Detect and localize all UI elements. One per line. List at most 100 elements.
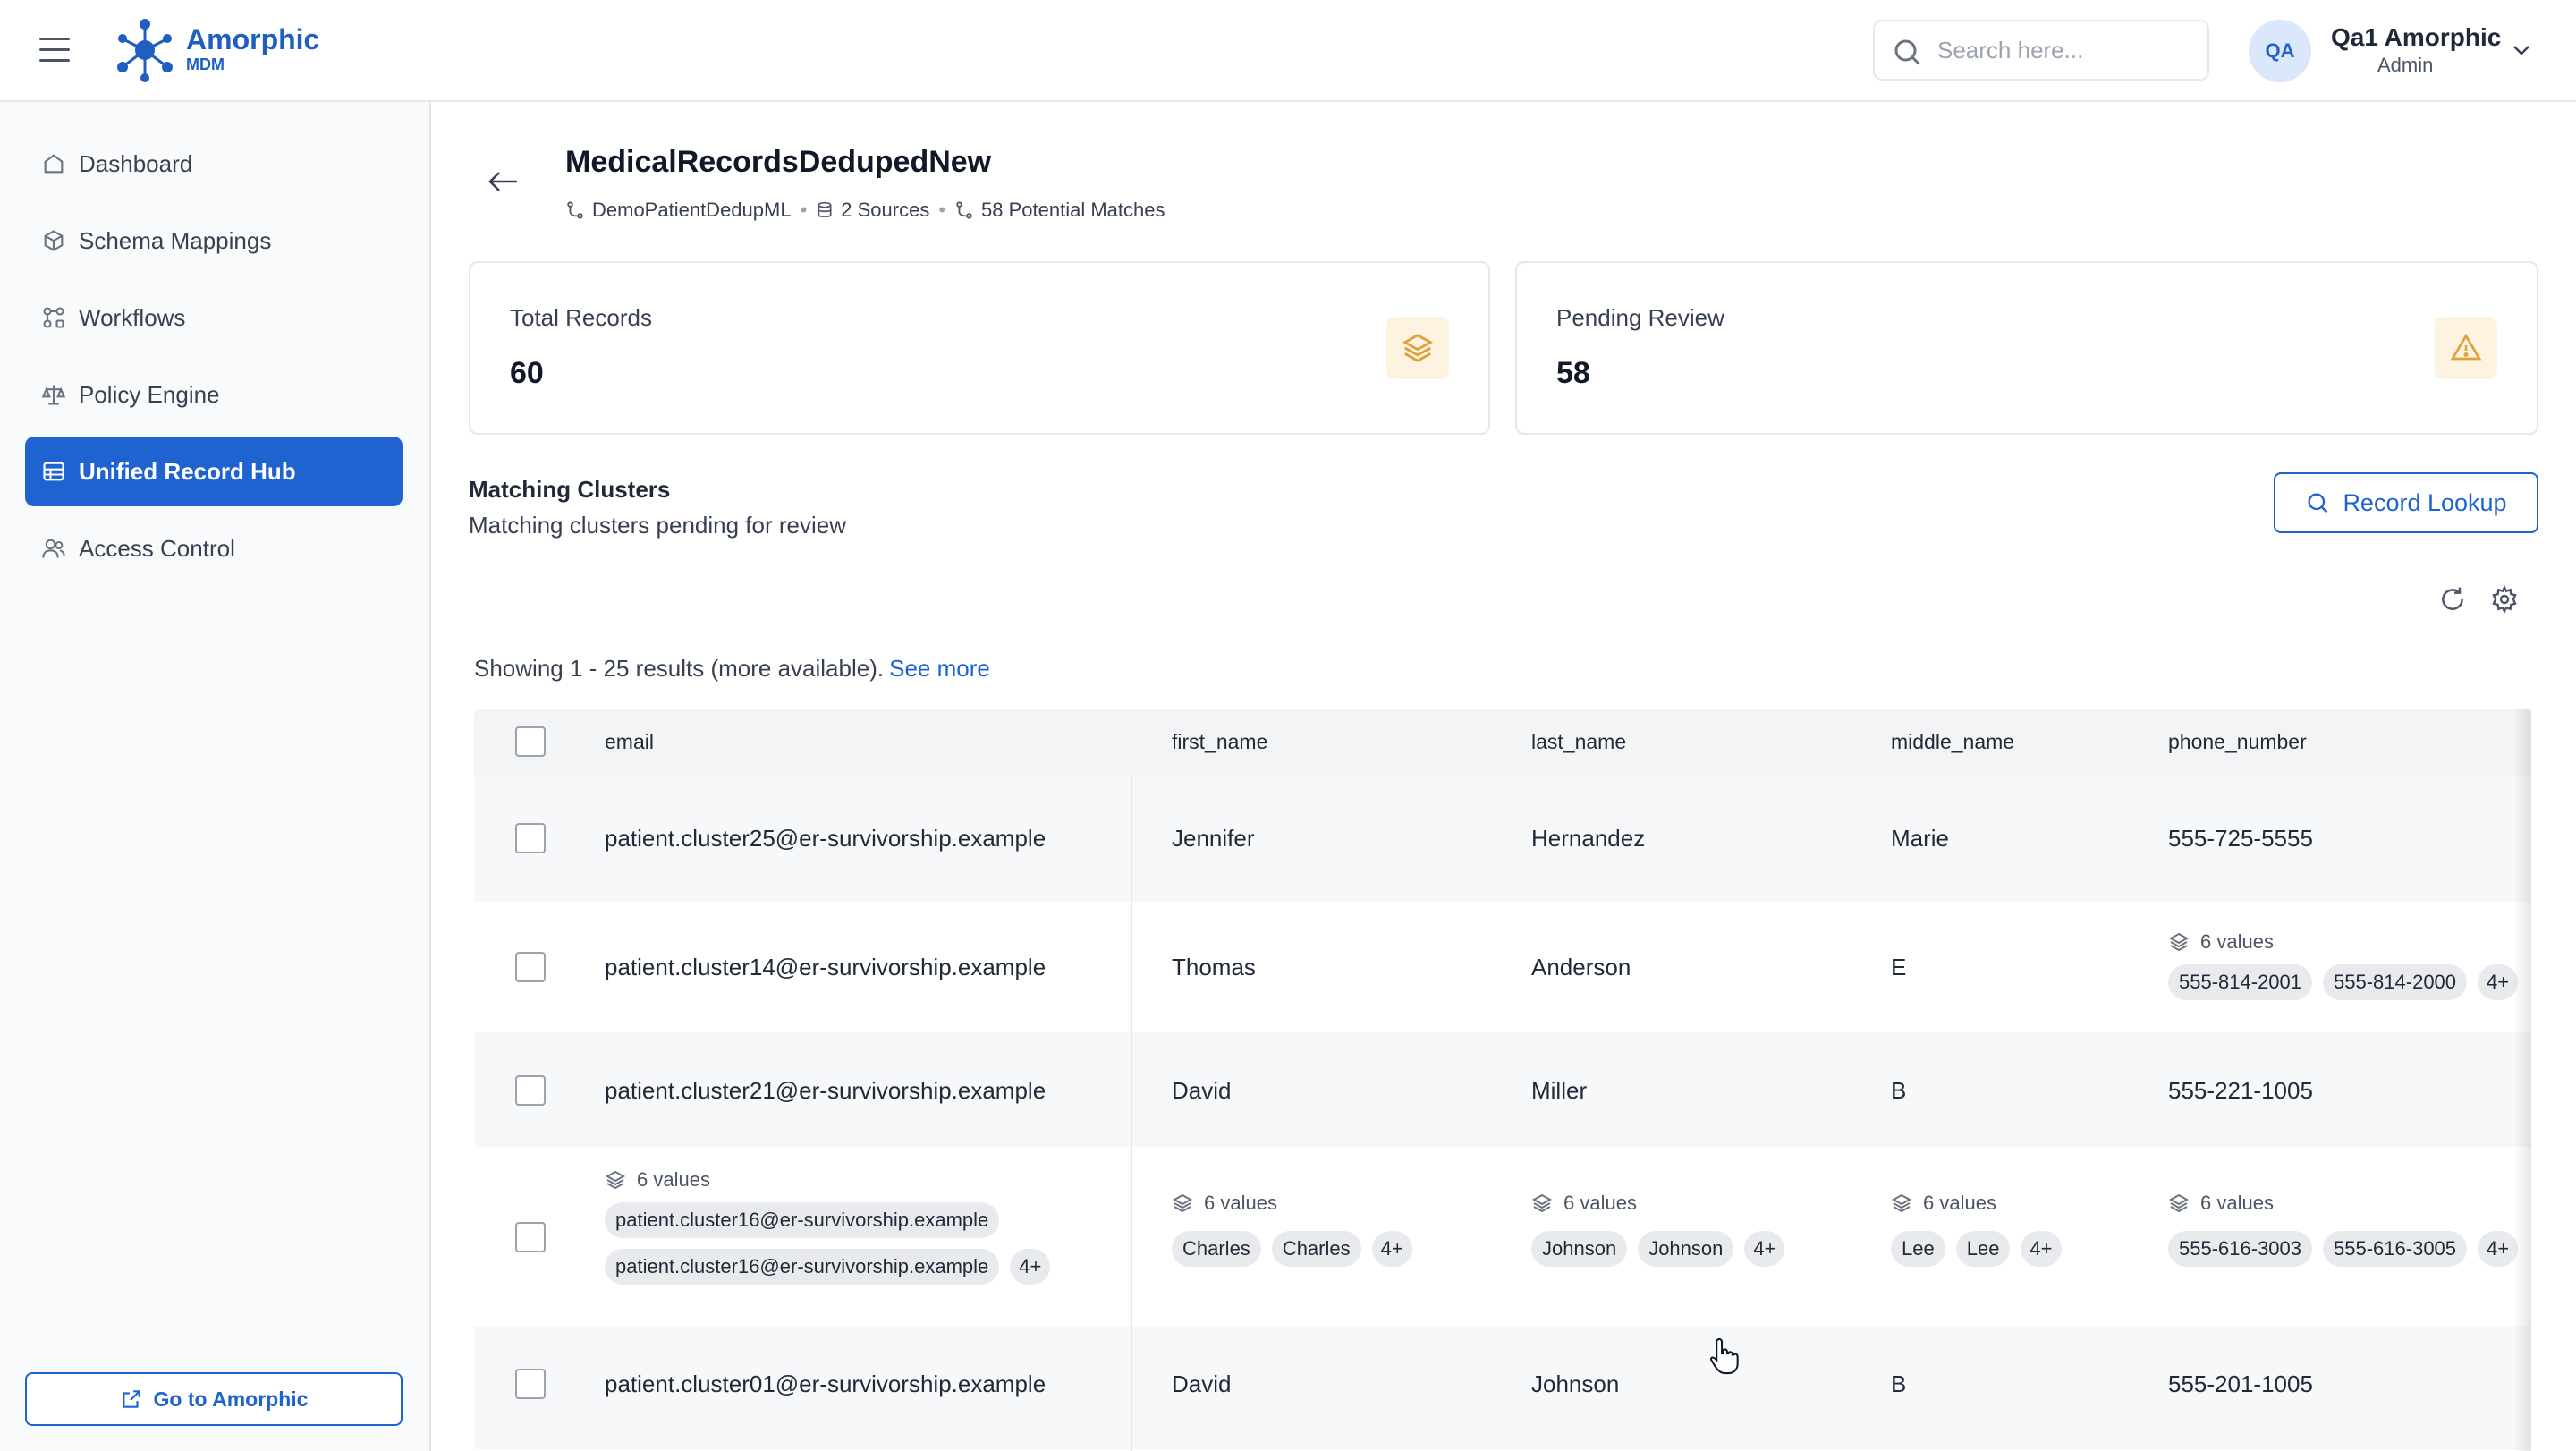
user-name[interactable]: Qa1 Amorphic xyxy=(2331,23,2501,52)
table-row[interactable]: patient.cluster01@er-survivorship.exampl… xyxy=(474,1326,2531,1451)
cell-phone-number-multi[interactable]: 6 values 555-814-2001 555-814-2000 4+ xyxy=(2168,930,2529,1000)
refresh-icon[interactable] xyxy=(2438,585,2467,614)
search-icon xyxy=(2308,493,2328,513)
column-header-email[interactable]: email xyxy=(605,730,654,754)
value-chip: Charles xyxy=(1271,1231,1361,1267)
cell-middle-name: B xyxy=(1891,1370,1907,1397)
table-row[interactable]: patient.cluster14@er-survivorship.exampl… xyxy=(474,904,2531,1032)
go-to-amorphic-button[interactable]: Go to Amorphic xyxy=(25,1372,402,1426)
row-checkbox[interactable] xyxy=(515,1222,546,1252)
sidebar-item-label: Schema Mappings xyxy=(79,226,272,254)
cell-middle-name-multi[interactable]: 6 values Lee Lee 4+ xyxy=(1891,1192,2072,1267)
avatar[interactable]: QA xyxy=(2249,20,2311,82)
column-header-middle-name[interactable]: middle_name xyxy=(1891,730,2014,754)
value-chip: patient.cluster16@er-survivorship.exampl… xyxy=(605,1249,1000,1285)
pending-review-value: 58 xyxy=(1556,356,1590,390)
more-values-chip[interactable]: 4+ xyxy=(1010,1249,1051,1285)
table-header: email first_name last_name middle_name p… xyxy=(474,709,2531,775)
total-records-card: Total Records 60 xyxy=(469,261,1490,435)
top-bar: Amorphic MDM QA Qa1 Amorphic Admin xyxy=(0,0,2576,102)
total-records-icon-box xyxy=(1386,317,1449,379)
sidebar-item-policy-engine[interactable]: Policy Engine xyxy=(25,360,402,429)
column-divider xyxy=(1131,775,1132,1451)
total-records-label: Total Records xyxy=(510,304,652,331)
row-checkbox[interactable] xyxy=(515,1369,546,1399)
row-checkbox[interactable] xyxy=(515,823,546,853)
more-values-chip[interactable]: 4+ xyxy=(1744,1231,1785,1267)
matching-clusters-table: email first_name last_name middle_name p… xyxy=(474,709,2531,1451)
column-header-last-name[interactable]: last_name xyxy=(1531,730,1626,754)
value-chip: Charles xyxy=(1172,1231,1261,1267)
table-row[interactable]: 6 values patient.cluster16@er-survivorsh… xyxy=(474,1149,2531,1326)
row-checkbox[interactable] xyxy=(515,952,546,982)
workflow-icon xyxy=(43,307,64,328)
sidebar-item-label: Unified Record Hub xyxy=(79,457,296,485)
more-values-chip[interactable]: 4+ xyxy=(2021,1231,2062,1267)
pending-review-card: Pending Review 58 xyxy=(1515,261,2538,435)
value-chip: Johnson xyxy=(1638,1231,1734,1267)
more-values-chip[interactable]: 4+ xyxy=(2478,964,2519,1000)
cell-first-name: Jennifer xyxy=(1172,825,1255,852)
section-subtitle: Matching clusters pending for review xyxy=(469,512,846,539)
value-chip: 555-616-3003 xyxy=(2168,1231,2313,1267)
sidebar-item-unified-record-hub[interactable]: Unified Record Hub xyxy=(25,437,402,506)
sidebar-item-label: Dashboard xyxy=(79,149,193,177)
more-values-chip[interactable]: 4+ xyxy=(1371,1231,1412,1267)
users-icon xyxy=(42,539,65,558)
cell-phone-number: 555-201-1005 xyxy=(2168,1370,2313,1397)
multi-value-header: 6 values xyxy=(2168,930,2529,954)
cell-email: patient.cluster01@er-survivorship.exampl… xyxy=(605,1370,1046,1397)
record-lookup-button[interactable]: Record Lookup xyxy=(2274,472,2538,533)
cell-middle-name: Marie xyxy=(1891,825,1950,852)
search-box[interactable] xyxy=(1873,20,2209,81)
column-header-first-name[interactable]: first_name xyxy=(1172,730,1267,754)
multi-value-count: 6 values xyxy=(637,1168,710,1191)
sidebar-item-dashboard[interactable]: Dashboard xyxy=(25,129,402,199)
more-values-chip[interactable]: 4+ xyxy=(2478,1231,2519,1267)
layers-icon xyxy=(1891,1193,1912,1213)
table-row[interactable]: patient.cluster21@er-survivorship.exampl… xyxy=(474,1032,2531,1149)
brand[interactable]: Amorphic MDM xyxy=(186,23,319,73)
cell-first-name-multi[interactable]: 6 values Charles Charles 4+ xyxy=(1172,1192,1423,1267)
search-input[interactable] xyxy=(1937,32,2197,68)
cell-email: patient.cluster14@er-survivorship.exampl… xyxy=(605,954,1046,980)
match-icon xyxy=(956,201,972,219)
sidebar-item-schema-mappings[interactable]: Schema Mappings xyxy=(25,206,402,276)
gear-icon[interactable] xyxy=(2490,585,2519,614)
cell-first-name: David xyxy=(1172,1370,1232,1397)
go-to-amorphic-label: Go to Amorphic xyxy=(153,1387,309,1411)
cell-last-name: Anderson xyxy=(1531,954,1631,980)
workflow-icon xyxy=(567,201,583,219)
cell-email-multi[interactable]: 6 values patient.cluster16@er-survivorsh… xyxy=(605,1168,1061,1285)
total-records-value: 60 xyxy=(510,356,544,390)
cell-last-name: Johnson xyxy=(1531,1370,1620,1397)
sidebar-item-label: Access Control xyxy=(79,534,235,562)
sidebar-item-label: Workflows xyxy=(79,303,186,331)
sidebar-item-workflows[interactable]: Workflows xyxy=(25,283,402,352)
cell-email: patient.cluster25@er-survivorship.exampl… xyxy=(605,825,1046,852)
sources-count: 2 Sources xyxy=(841,199,930,221)
cell-first-name: Thomas xyxy=(1172,954,1256,980)
cell-phone-number-multi[interactable]: 6 values 555-616-3003 555-616-3005 4+ xyxy=(2168,1192,2529,1267)
sidebar-item-access-control[interactable]: Access Control xyxy=(25,513,402,583)
chevron-down-icon[interactable] xyxy=(2508,39,2535,61)
section-title: Matching Clusters xyxy=(469,476,671,503)
row-checkbox[interactable] xyxy=(515,1075,546,1106)
cell-middle-name: B xyxy=(1891,1077,1907,1104)
see-more-link[interactable]: See more xyxy=(889,655,990,682)
table-row[interactable]: patient.cluster25@er-survivorship.exampl… xyxy=(474,775,2531,904)
menu-icon[interactable] xyxy=(39,38,70,64)
column-header-phone-number[interactable]: phone_number xyxy=(2168,730,2307,754)
sidebar: Dashboard Schema Mappings Workflows Poli… xyxy=(0,102,431,1451)
back-arrow-icon[interactable] xyxy=(487,168,521,195)
cell-last-name-multi[interactable]: 6 values Johnson Johnson 4+ xyxy=(1531,1192,1795,1267)
value-chip: Johnson xyxy=(1531,1231,1628,1267)
scale-icon xyxy=(41,385,66,405)
cell-phone-number: 555-221-1005 xyxy=(2168,1077,2313,1104)
cell-first-name: David xyxy=(1172,1077,1232,1104)
value-chip: 555-814-2000 xyxy=(2323,964,2468,1000)
layers-icon xyxy=(605,1170,626,1190)
value-chip: Lee xyxy=(1891,1231,1945,1267)
cell-last-name: Hernandez xyxy=(1531,825,1646,852)
select-all-checkbox[interactable] xyxy=(515,726,546,757)
